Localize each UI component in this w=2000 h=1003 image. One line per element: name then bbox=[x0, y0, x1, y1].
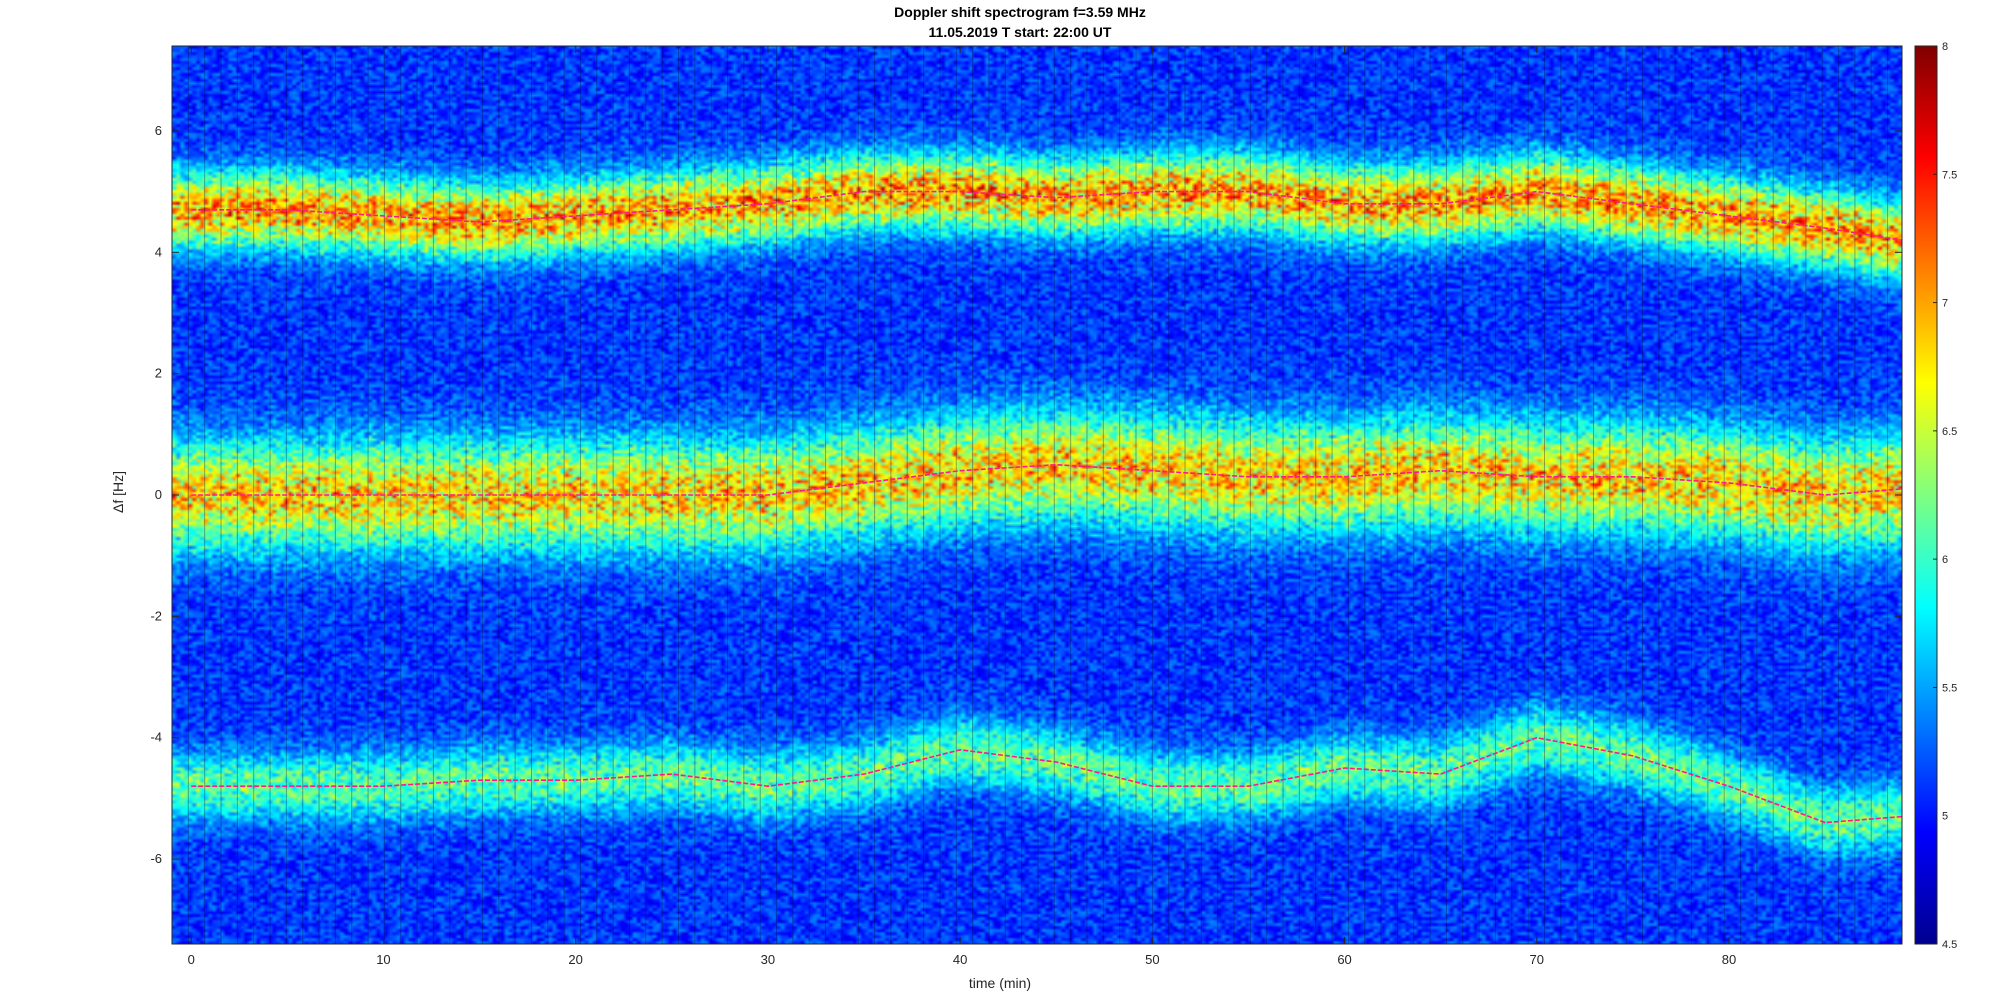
y-tick-label: 4 bbox=[155, 244, 162, 259]
colorbar-tick-label: 6.5 bbox=[1942, 426, 1957, 438]
y-tick-label: 2 bbox=[155, 366, 162, 381]
y-tick-label: 6 bbox=[155, 123, 162, 138]
x-tick-label: 80 bbox=[1722, 952, 1736, 967]
spectrogram-figure: 0 10 20 30 40 50 60 70 80 -6 -4 -2 0 2 4 6 4.5 5 5.5 6 6.5… bbox=[150, 41, 1957, 967]
x-tick-label: 20 bbox=[568, 952, 582, 967]
x-tick-label: 40 bbox=[953, 952, 967, 967]
colorbar-tick-label: 5 bbox=[1942, 811, 1948, 823]
x-axis-label: time (min) bbox=[968, 975, 1032, 991]
x-tick-label: 50 bbox=[1145, 952, 1159, 967]
y-tick-label: -2 bbox=[150, 608, 162, 623]
y-tick-label: 0 bbox=[155, 487, 162, 502]
x-tick-label: 30 bbox=[761, 952, 775, 967]
colorbar-tick-label: 5.5 bbox=[1942, 682, 1957, 694]
colorbar-tick-label: 7 bbox=[1942, 298, 1948, 310]
y-tick-label: -6 bbox=[150, 851, 162, 866]
colorbar-tick-label: 6 bbox=[1942, 554, 1948, 566]
colorbar bbox=[1914, 45, 1938, 945]
colorbar-tick-label: 8 bbox=[1942, 41, 1948, 53]
x-tick-label: 60 bbox=[1337, 952, 1351, 967]
x-tick-label: 70 bbox=[1530, 952, 1544, 967]
x-tick-label: 10 bbox=[376, 952, 390, 967]
y-axis-label: Δf [Hz] bbox=[110, 470, 126, 514]
colorbar-tick-label: 4.5 bbox=[1942, 939, 1957, 951]
y-tick-label: -4 bbox=[150, 730, 162, 745]
x-tick-label: 0 bbox=[188, 952, 195, 967]
colorbar-tick-label: 7.5 bbox=[1942, 169, 1957, 181]
